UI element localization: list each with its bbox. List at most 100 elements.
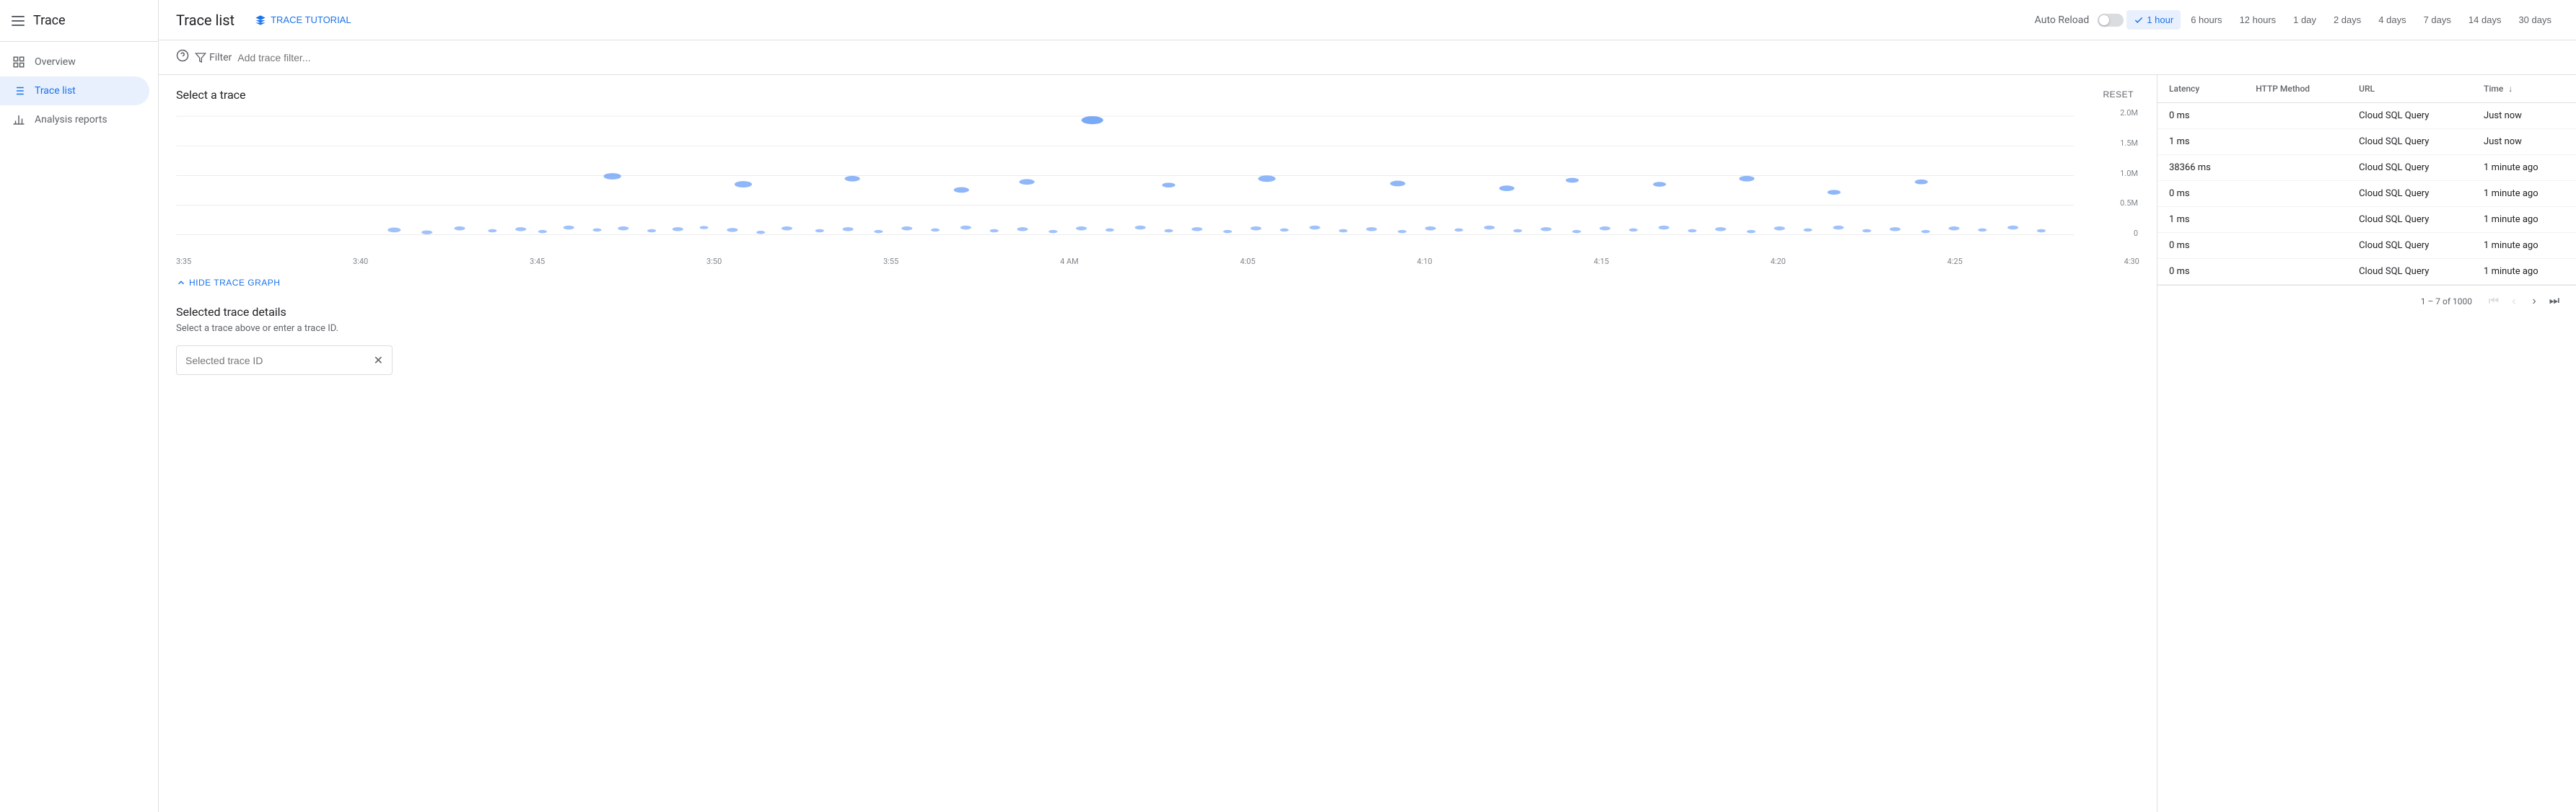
- cell-url: Cloud SQL Query: [2347, 181, 2472, 207]
- time-30days-button[interactable]: 30 days: [2511, 10, 2559, 30]
- cell-latency: 0 ms: [2157, 233, 2244, 259]
- hide-graph-button[interactable]: HIDE TRACE GRAPH: [159, 272, 2157, 294]
- toggle-knob: [2099, 15, 2109, 25]
- cell-latency: 0 ms: [2157, 259, 2244, 285]
- sidebar-item-overview-label: Overview: [35, 56, 76, 68]
- cell-latency: 1 ms: [2157, 129, 2244, 155]
- y-axis-labels: 2.0M 1.5M 1.0M 0.5M 0: [2120, 108, 2139, 238]
- sidebar: Trace Overview Trace list: [0, 0, 159, 812]
- cell-http-method: [2244, 155, 2347, 181]
- grid-icon: [12, 55, 26, 69]
- x-label-355: 3:55: [883, 257, 898, 266]
- reset-button[interactable]: RESET: [2097, 87, 2139, 102]
- col-header-latency[interactable]: Latency: [2157, 75, 2244, 103]
- x-label-350: 3:50: [706, 257, 722, 266]
- trace-table: Latency HTTP Method URL Time ↓ 0 ms Clou…: [2157, 75, 2576, 285]
- sidebar-item-trace-list[interactable]: Trace list: [0, 76, 149, 105]
- time-7days-button[interactable]: 7 days: [2417, 10, 2458, 30]
- filter-input[interactable]: [237, 52, 2559, 63]
- pagination-next-button[interactable]: ›: [2524, 291, 2544, 312]
- sidebar-item-analysis-reports[interactable]: Analysis reports: [0, 105, 149, 134]
- clear-icon[interactable]: ✕: [374, 353, 383, 367]
- cell-latency: 1 ms: [2157, 207, 2244, 233]
- col-header-http-method[interactable]: HTTP Method: [2244, 75, 2347, 103]
- page-title: Trace list: [176, 12, 235, 29]
- pagination-last-button[interactable]: ⏭: [2544, 291, 2564, 312]
- bar-chart-icon: [12, 112, 26, 127]
- topbar-left: Trace list TRACE TUTORIAL: [176, 10, 360, 30]
- cell-url: Cloud SQL Query: [2347, 233, 2472, 259]
- cell-time: 1 minute ago: [2472, 207, 2576, 233]
- chart-wrapper[interactable]: 2.0M 1.5M 1.0M 0.5M 0: [176, 108, 2139, 252]
- trace-id-input-wrapper: ✕: [176, 345, 393, 375]
- y-label-0-5m: 0.5M: [2120, 198, 2138, 208]
- table-row[interactable]: 0 ms Cloud SQL Query 1 minute ago: [2157, 233, 2576, 259]
- pagination-info: 1 – 7 of 1000: [2421, 296, 2472, 306]
- cell-http-method: [2244, 181, 2347, 207]
- sort-desc-icon: ↓: [2508, 84, 2513, 94]
- y-label-0: 0: [2134, 229, 2138, 238]
- table-header-row: Latency HTTP Method URL Time ↓: [2157, 75, 2576, 103]
- main-content: Trace list TRACE TUTORIAL Auto Reload 1 …: [159, 0, 2576, 812]
- table-body: 0 ms Cloud SQL Query Just now 1 ms Cloud…: [2157, 103, 2576, 285]
- topbar: Trace list TRACE TUTORIAL Auto Reload 1 …: [159, 0, 2576, 40]
- time-12hours-button[interactable]: 12 hours: [2233, 10, 2284, 30]
- pagination-prev-button[interactable]: ‹: [2504, 291, 2524, 312]
- time-6hours-button[interactable]: 6 hours: [2183, 10, 2229, 30]
- topbar-right: Auto Reload 1 hour 6 hours 12 hours 1 da…: [2035, 10, 2559, 30]
- list-icon: [12, 84, 26, 98]
- auto-reload-toggle[interactable]: [2098, 14, 2124, 27]
- x-label-410: 4:10: [1417, 257, 1432, 266]
- hamburger-icon[interactable]: [12, 16, 25, 26]
- x-label-4am: 4 AM: [1060, 257, 1079, 266]
- time-1hour-button[interactable]: 1 hour: [2126, 10, 2181, 30]
- trace-tutorial-label: TRACE TUTORIAL: [271, 14, 351, 25]
- col-header-url[interactable]: URL: [2347, 75, 2472, 103]
- time-1day-button[interactable]: 1 day: [2286, 10, 2323, 30]
- time-4days-button[interactable]: 4 days: [2371, 10, 2413, 30]
- cell-url: Cloud SQL Query: [2347, 103, 2472, 129]
- cell-url: Cloud SQL Query: [2347, 155, 2472, 181]
- cell-time: Just now: [2472, 129, 2576, 155]
- cell-latency: 0 ms: [2157, 103, 2244, 129]
- sidebar-nav: Overview Trace list Analysis reports: [0, 42, 158, 140]
- scatter-chart[interactable]: [176, 108, 2139, 252]
- left-panel: Select a trace RESET 2.0M 1.5M 1.0M 0.5M…: [159, 75, 2157, 812]
- table-row[interactable]: 1 ms Cloud SQL Query 1 minute ago: [2157, 207, 2576, 233]
- y-label-2m: 2.0M: [2120, 108, 2138, 118]
- cell-http-method: [2244, 207, 2347, 233]
- chevron-up-icon: [176, 278, 186, 288]
- time-2days-button[interactable]: 2 days: [2326, 10, 2368, 30]
- x-label-415: 4:15: [1594, 257, 1609, 266]
- app-title: Trace: [33, 13, 66, 28]
- x-label-335: 3:35: [176, 257, 191, 266]
- filter-icon-label: Filter: [195, 52, 232, 63]
- help-icon[interactable]: [176, 49, 189, 66]
- check-icon: [2134, 15, 2144, 25]
- trace-id-input[interactable]: [185, 355, 374, 366]
- x-label-430: 4:30: [2124, 257, 2139, 266]
- filter-icon-svg: [195, 52, 206, 63]
- pagination-first-button[interactable]: ⏮: [2484, 291, 2504, 312]
- cell-http-method: [2244, 233, 2347, 259]
- graph-header: Select a trace RESET: [176, 87, 2139, 102]
- trace-tutorial-button[interactable]: TRACE TUTORIAL: [246, 10, 359, 30]
- cell-time: 1 minute ago: [2472, 181, 2576, 207]
- table-row[interactable]: 0 ms Cloud SQL Query Just now: [2157, 103, 2576, 129]
- time-14days-button[interactable]: 14 days: [2461, 10, 2509, 30]
- table-row[interactable]: 1 ms Cloud SQL Query Just now: [2157, 129, 2576, 155]
- tutorial-icon: [255, 14, 266, 26]
- x-label-340: 3:40: [353, 257, 368, 266]
- y-label-1m: 1.0M: [2120, 169, 2138, 178]
- sidebar-item-analysis-reports-label: Analysis reports: [35, 114, 108, 125]
- graph-container: Select a trace RESET 2.0M 1.5M 1.0M 0.5M…: [159, 75, 2157, 272]
- trace-details-title: Selected trace details: [176, 305, 2139, 319]
- sidebar-item-overview[interactable]: Overview: [0, 48, 149, 76]
- cell-latency: 0 ms: [2157, 181, 2244, 207]
- cell-http-method: [2244, 103, 2347, 129]
- x-label-420: 4:20: [1771, 257, 1786, 266]
- table-row[interactable]: 0 ms Cloud SQL Query 1 minute ago: [2157, 259, 2576, 285]
- table-row[interactable]: 0 ms Cloud SQL Query 1 minute ago: [2157, 181, 2576, 207]
- table-row[interactable]: 38366 ms Cloud SQL Query 1 minute ago: [2157, 155, 2576, 181]
- col-header-time[interactable]: Time ↓: [2472, 75, 2576, 103]
